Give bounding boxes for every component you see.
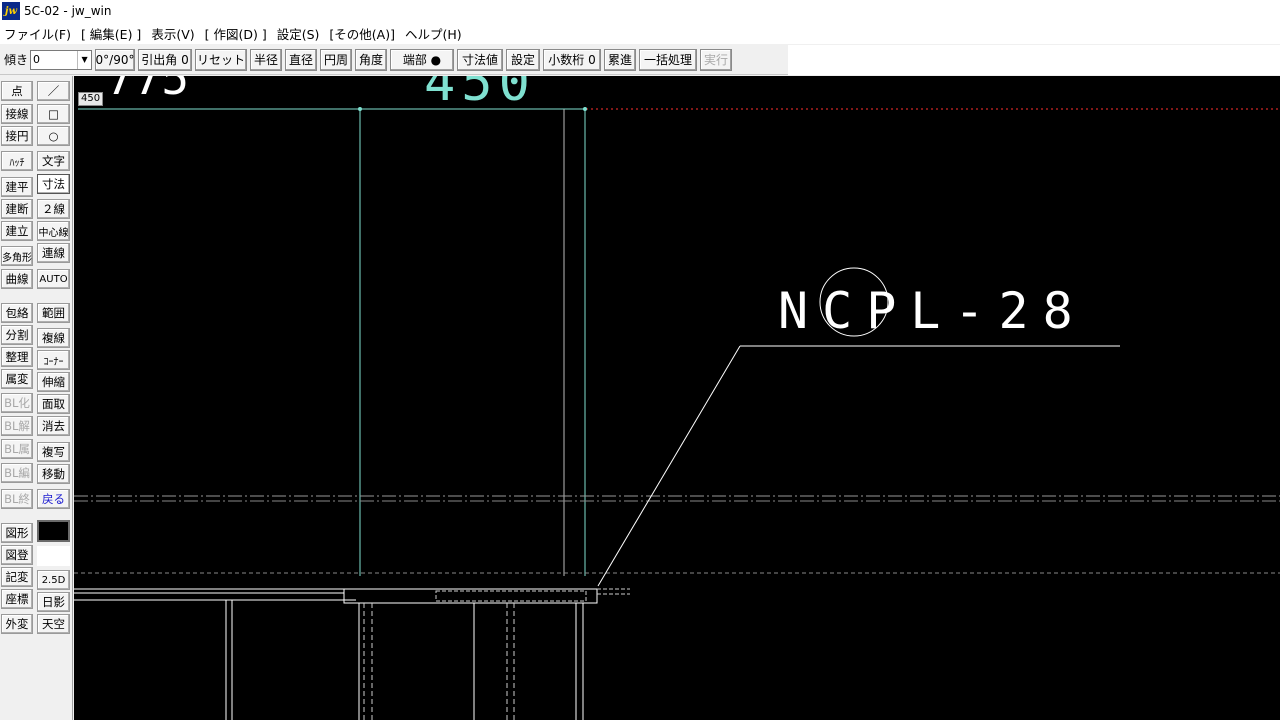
batch-process-button[interactable]: 一括処理 <box>639 48 698 71</box>
dimension-toolbar: 傾き 0 ▼ 0°/90° 引出角 0 リセット 半径 直径 円周 角度 端部 … <box>0 45 788 75</box>
menu-file[interactable]: ファイル(F) <box>0 24 77 43</box>
angle-0-90-button[interactable]: 0°/90° <box>95 48 136 71</box>
tool-arch-plan[interactable]: 建平 <box>1 177 33 197</box>
tilt-value: 0 <box>33 53 41 66</box>
drawing-canvas[interactable]: 775 450 NCPL-28 450 <box>74 76 1280 720</box>
tool-attribute-change[interactable]: 属変 <box>1 369 33 389</box>
tool-move[interactable]: 移動 <box>37 464 70 484</box>
tool-continuous-line[interactable]: 連線 <box>37 243 70 263</box>
tool-block-edit[interactable]: BL編 <box>1 463 33 483</box>
tilt-select[interactable]: 0 ▼ <box>30 49 93 70</box>
tool-2-5d[interactable]: 2.5D <box>37 570 70 590</box>
tool-circle[interactable]: ○ <box>37 126 70 146</box>
tool-auto[interactable]: AUTO <box>37 269 70 289</box>
menu-draw[interactable]: [ 作図(D) ] <box>201 24 273 43</box>
tool-block-create[interactable]: BL化 <box>1 393 33 413</box>
tool-erase[interactable]: 消去 <box>37 416 70 436</box>
tool-sun-shadow[interactable]: 日影 <box>37 592 70 612</box>
tool-block-end[interactable]: BL終 <box>1 489 33 509</box>
tool-coordinates[interactable]: 座標 <box>1 589 33 609</box>
tool-undo[interactable]: 戻る <box>37 489 70 509</box>
angle-button[interactable]: 角度 <box>355 48 388 71</box>
tool-dimension[interactable]: 寸法 <box>37 174 70 194</box>
tool-chamfer[interactable]: 面取 <box>37 394 70 414</box>
tool-center-line[interactable]: 中心線 <box>37 221 70 241</box>
tool-corner[interactable]: ｺｰﾅｰ <box>37 350 70 370</box>
chevron-down-icon[interactable]: ▼ <box>77 50 91 69</box>
tool-organize[interactable]: 整理 <box>1 347 33 367</box>
reset-button[interactable]: リセット <box>195 48 248 71</box>
layer-status-bar <box>37 546 70 566</box>
settings-button[interactable]: 設定 <box>506 48 541 71</box>
tool-double-line[interactable]: ２線 <box>37 199 70 219</box>
tool-hatch[interactable]: ﾊｯﾁ <box>1 151 33 171</box>
leader-angle-button[interactable]: 引出角 0 <box>138 48 193 71</box>
tool-divide[interactable]: 分割 <box>1 325 33 345</box>
circumference-button[interactable]: 円周 <box>320 48 353 71</box>
cad-drawing: 775 450 NCPL-28 <box>74 76 1280 720</box>
tool-symbol-change[interactable]: 記変 <box>1 567 33 587</box>
tool-range[interactable]: 範囲 <box>37 303 70 323</box>
tilt-label: 傾き <box>4 53 29 67</box>
tool-block-explode[interactable]: BL解 <box>1 416 33 436</box>
dimension-value-button[interactable]: 寸法値 <box>457 48 504 71</box>
tool-arch-elevation[interactable]: 建立 <box>1 221 33 241</box>
leader-line <box>597 345 741 587</box>
progressive-button[interactable]: 累進 <box>604 48 637 71</box>
tool-envelope[interactable]: 包絡 <box>1 303 33 323</box>
endpoint-button[interactable]: 端部 ● <box>390 48 455 71</box>
tool-shape[interactable]: 図形 <box>1 523 33 543</box>
menu-view[interactable]: 表示(V) <box>147 24 200 43</box>
callout-label: NCPL-28 <box>778 282 1087 340</box>
tool-tangent[interactable]: 接線 <box>1 104 33 124</box>
diameter-button[interactable]: 直径 <box>285 48 318 71</box>
title-bar: jw 5C-02 - jw_win <box>0 0 1280 22</box>
tool-point[interactable]: 点 <box>1 81 33 101</box>
tool-external-change[interactable]: 外変 <box>1 614 33 634</box>
tool-sky-view[interactable]: 天空 <box>37 614 70 634</box>
dimension-text-top: 450 <box>424 76 536 113</box>
tool-polygon[interactable]: 多角形 <box>1 246 33 266</box>
window-title: 5C-02 - jw_win <box>24 4 112 18</box>
tool-stretch[interactable]: 伸縮 <box>37 372 70 392</box>
decimal-places-button[interactable]: 小数桁 0 <box>543 48 602 71</box>
tool-copy[interactable]: 複写 <box>37 442 70 462</box>
tool-line[interactable]: ／ <box>37 81 70 101</box>
menu-other[interactable]: [その他(A)] <box>325 24 401 43</box>
tool-rectangle[interactable]: □ <box>37 104 70 124</box>
radius-button[interactable]: 半径 <box>250 48 283 71</box>
toolbar-empty-area <box>788 45 1280 75</box>
menu-bar: ファイル(F) [ 編集(E) ] 表示(V) [ 作図(D) ] 設定(S) … <box>0 22 1280 44</box>
tool-block-attribute[interactable]: BL属 <box>1 439 33 459</box>
layer-color-swatch[interactable] <box>37 520 70 542</box>
menu-settings[interactable]: 設定(S) <box>273 24 326 43</box>
menu-edit[interactable]: [ 編集(E) ] <box>77 24 147 43</box>
dimension-text-left: 775 <box>106 76 189 105</box>
tool-offset[interactable]: 複線 <box>37 328 70 348</box>
execute-button[interactable]: 実行 <box>700 48 733 71</box>
tool-arch-section[interactable]: 建断 <box>1 199 33 219</box>
menu-help[interactable]: ヘルプ(H) <box>401 24 468 43</box>
tool-curve[interactable]: 曲線 <box>1 269 33 289</box>
app-icon: jw <box>2 2 20 20</box>
tool-palette: 点 接線 接円 ﾊｯﾁ 建平 建断 建立 多角形 曲線 包絡 分割 整理 属変 … <box>0 76 73 720</box>
hidden-plate <box>435 590 587 602</box>
tool-tangent-circle[interactable]: 接円 <box>1 126 33 146</box>
tool-text[interactable]: 文字 <box>37 151 70 171</box>
tool-shape-register[interactable]: 図登 <box>1 545 33 565</box>
scale-badge: 450 <box>78 92 104 106</box>
